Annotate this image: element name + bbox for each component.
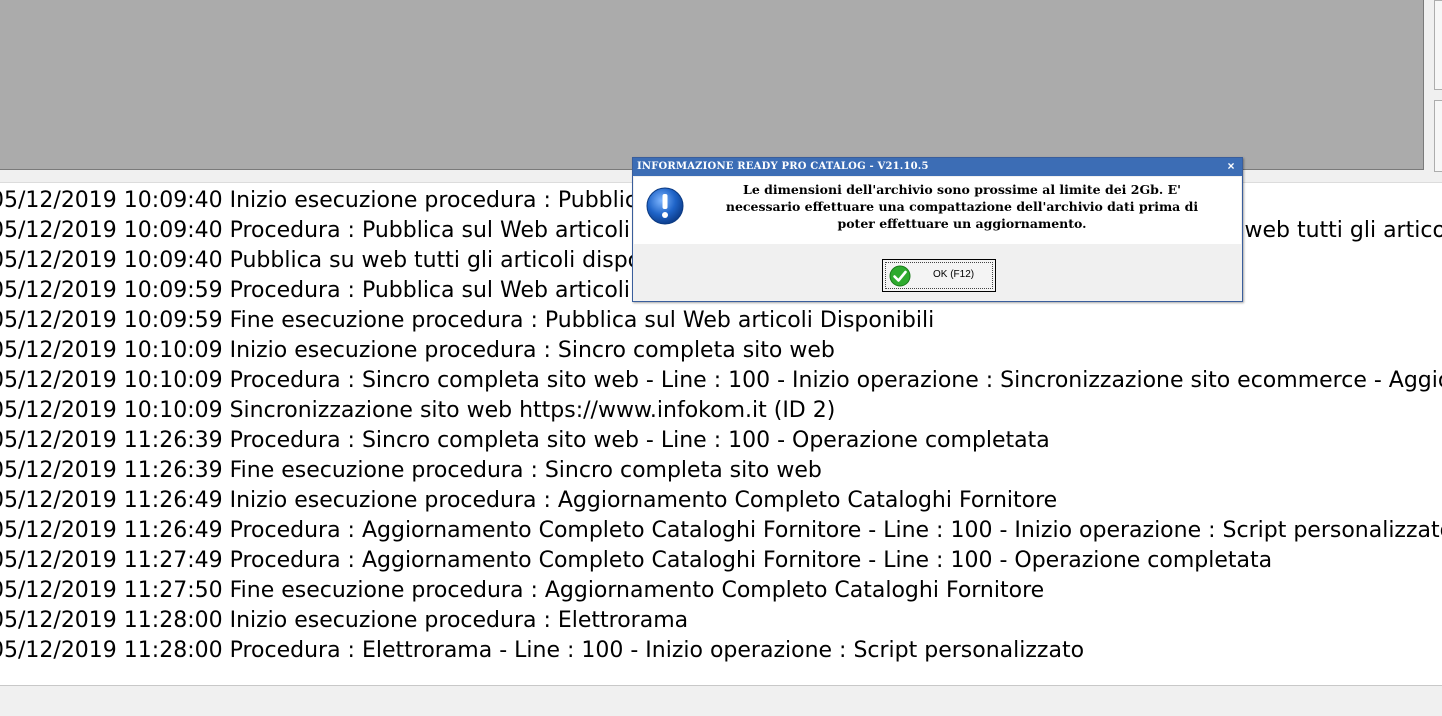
log-line: 05/12/2019 11:26:49 Inizio esecuzione pr…	[0, 488, 1058, 513]
dialog-message-line: necessario effettuare una compattazione …	[725, 199, 1199, 214]
log-line: 05/12/2019 11:26:39 Procedura : Sincro c…	[0, 428, 1050, 453]
status-bar	[0, 685, 1442, 716]
dialog-titlebar[interactable]: INFORMAZIONE READY PRO CATALOG - V21.10.…	[633, 158, 1242, 176]
log-line: 05/12/2019 11:28:00 Procedura : Elettror…	[0, 638, 1085, 663]
log-line: 05/12/2019 11:26:39 Fine esecuzione proc…	[0, 458, 822, 483]
check-icon	[889, 265, 911, 287]
log-line: 05/12/2019 10:09:59 Fine esecuzione proc…	[0, 308, 935, 333]
info-dialog: INFORMAZIONE READY PRO CATALOG - V21.10.…	[632, 157, 1243, 302]
info-icon	[646, 187, 684, 225]
right-side-button-bottom[interactable]	[1434, 100, 1442, 172]
close-icon[interactable]: ×	[1224, 159, 1238, 173]
log-line: 05/12/2019 11:28:00 Inizio esecuzione pr…	[0, 608, 689, 633]
log-line: 05/12/2019 11:26:49 Procedura : Aggiorna…	[0, 518, 1442, 543]
log-line: 05/12/2019 10:10:09 Sincronizzazione sit…	[0, 398, 836, 423]
dialog-message: Le dimensioni dell'archivio sono prossim…	[702, 181, 1222, 232]
top-panel	[0, 0, 1424, 170]
dialog-body: Le dimensioni dell'archivio sono prossim…	[634, 177, 1241, 244]
log-line: 05/12/2019 11:27:50 Fine esecuzione proc…	[0, 578, 1045, 603]
app-window: 05/12/2019 10:09:40 Inizio esecuzione pr…	[0, 0, 1442, 716]
log-line: 05/12/2019 11:27:49 Procedura : Aggiorna…	[0, 548, 1273, 573]
right-side-button-top[interactable]	[1434, 0, 1442, 90]
ok-button-label: OK (F12)	[933, 269, 975, 280]
log-line: 05/12/2019 10:10:09 Procedura : Sincro c…	[0, 368, 1442, 393]
ok-button[interactable]: OK (F12)	[882, 259, 996, 292]
dialog-message-line: poter effettuare un aggiornamento.	[837, 216, 1087, 231]
log-line: 05/12/2019 10:10:09 Inizio esecuzione pr…	[0, 338, 835, 363]
dialog-message-line: Le dimensioni dell'archivio sono prossim…	[743, 182, 1181, 197]
dialog-title: INFORMAZIONE READY PRO CATALOG - V21.10.…	[637, 161, 929, 172]
